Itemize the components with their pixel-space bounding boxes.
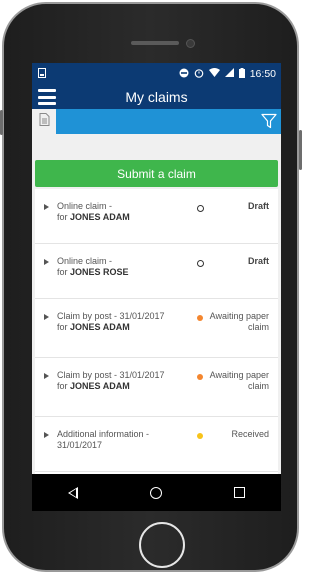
claim-description: Online claim - for JONES ROSE	[57, 256, 187, 278]
physical-home-button[interactable]	[139, 522, 185, 568]
claim-name: JONES ADAM	[70, 381, 130, 391]
list-item[interactable]: Claim by post - 31/01/2017 for JONES ADA…	[35, 358, 278, 417]
expand-arrow-icon	[44, 204, 49, 210]
claim-description: Additional information - 31/01/2017	[57, 429, 187, 451]
status-badge: Awaiting paper claim	[209, 311, 269, 332]
status-indicator-icon	[197, 315, 203, 321]
home-icon[interactable]	[150, 486, 162, 499]
claim-description: Claim by post - 31/01/2017 for JONES ADA…	[57, 370, 187, 392]
list-item[interactable]: Claim by post - 31/01/2017 for JONES ADA…	[35, 299, 278, 358]
claim-for-label: for	[57, 267, 68, 277]
claim-for-label: for	[57, 322, 68, 332]
document-icon	[39, 112, 50, 131]
claim-title: Claim by post - 31/01/2017	[57, 311, 165, 321]
claims-list: Online claim - for JONES ADAM Draft Onli…	[35, 189, 278, 511]
status-badge: Received	[231, 429, 269, 439]
tab-documents[interactable]	[32, 109, 56, 134]
claim-for-label: for	[57, 381, 68, 391]
list-item[interactable]: Online claim - for JONES ROSE Draft	[35, 244, 278, 299]
claim-title: Online claim -	[57, 256, 113, 266]
earpiece-speaker	[131, 41, 179, 45]
status-indicator-icon	[197, 374, 203, 380]
notification-icon	[38, 67, 46, 81]
claim-title: Claim by post - 31/01/2017	[57, 370, 165, 380]
hamburger-menu-icon[interactable]	[38, 89, 56, 105]
list-item[interactable]: Online claim - for JONES ADAM Draft	[35, 189, 278, 244]
do-not-disturb-icon	[179, 68, 189, 81]
filter-icon[interactable]	[261, 113, 277, 129]
claim-description: Online claim - for JONES ADAM	[57, 201, 187, 223]
status-icons: 16:50	[179, 67, 276, 81]
side-button-volume[interactable]	[0, 110, 3, 135]
claim-for-label: for	[57, 212, 68, 222]
claim-name: JONES ROSE	[70, 267, 129, 277]
filter-bar	[32, 109, 281, 134]
expand-arrow-icon	[44, 432, 49, 438]
wifi-icon	[208, 68, 220, 80]
submit-section: Submit a claim	[32, 134, 281, 187]
status-time: 16:50	[249, 68, 276, 80]
claim-title: Additional information - 31/01/2017	[57, 429, 150, 450]
list-item[interactable]: Additional information - 31/01/2017 Rece…	[35, 417, 278, 472]
front-camera	[186, 39, 195, 48]
claim-name: JONES ADAM	[70, 322, 130, 332]
status-badge: Awaiting paper claim	[209, 370, 269, 391]
status-badge: Draft	[247, 256, 269, 266]
status-indicator-icon	[197, 260, 204, 267]
expand-arrow-icon	[44, 373, 49, 379]
alarm-icon	[194, 68, 204, 81]
page-title: My claims	[125, 89, 188, 105]
back-icon[interactable]	[68, 486, 78, 499]
claim-title: Online claim -	[57, 201, 113, 211]
app-bar: My claims	[32, 85, 281, 109]
status-badge: Draft	[247, 201, 269, 211]
claim-description: Claim by post - 31/01/2017 for JONES ADA…	[57, 311, 187, 333]
android-nav-bar	[32, 474, 281, 511]
status-indicator-icon	[197, 433, 203, 439]
submit-claim-button[interactable]: Submit a claim	[35, 160, 278, 187]
status-bar: 16:50	[32, 63, 281, 85]
signal-icon	[224, 68, 234, 80]
battery-icon	[238, 67, 245, 81]
expand-arrow-icon	[44, 259, 49, 265]
claim-name: JONES ADAM	[70, 212, 130, 222]
side-button-power[interactable]	[299, 130, 302, 170]
phone-screen: 16:50 My claims Submit a claim Online cl…	[32, 63, 281, 511]
expand-arrow-icon	[44, 314, 49, 320]
recent-apps-icon[interactable]	[234, 487, 245, 498]
status-indicator-icon	[197, 205, 204, 212]
